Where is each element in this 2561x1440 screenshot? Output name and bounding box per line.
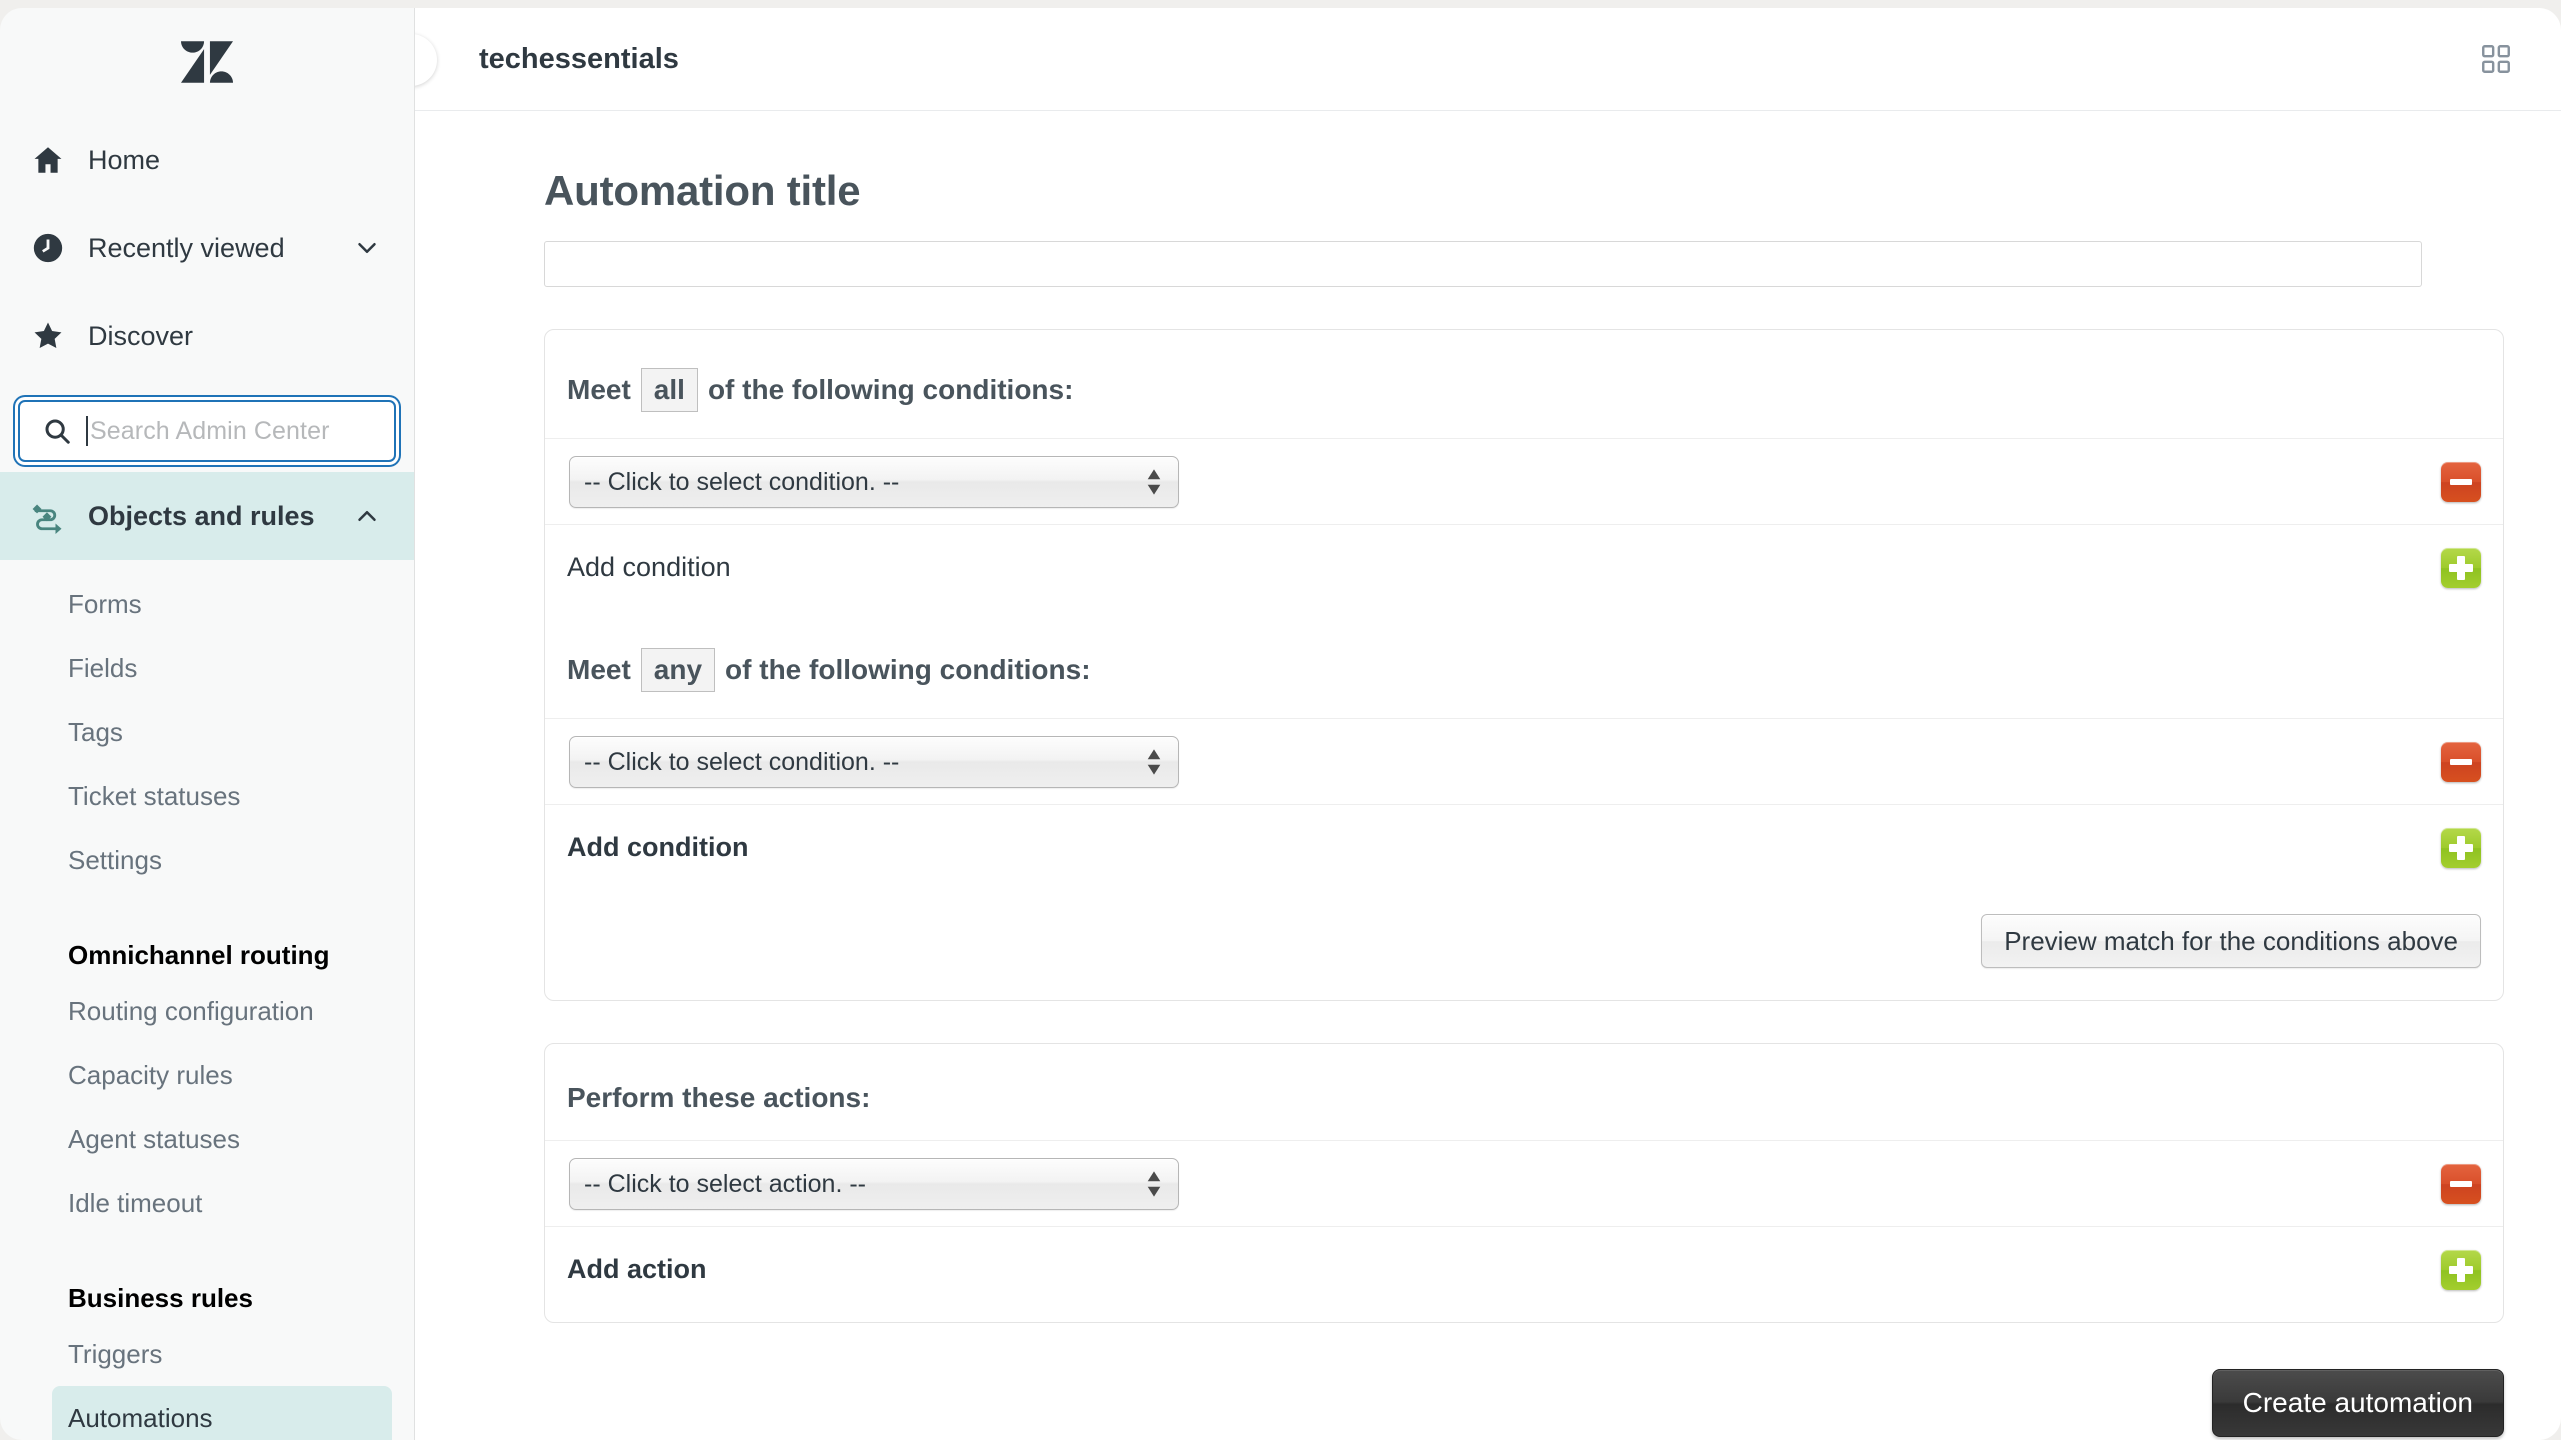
sidebar-item-label: Discover xyxy=(88,320,194,351)
search-input[interactable]: Search Admin Center xyxy=(18,400,396,462)
add-condition-label[interactable]: Add condition xyxy=(567,552,731,583)
minus-icon xyxy=(2450,758,2472,765)
conditions-all-heading: Meet all of the following conditions: xyxy=(545,330,2503,438)
action-select[interactable]: -- Click to select action. -- xyxy=(569,1157,1179,1210)
condition-select-any[interactable]: -- Click to select condition. -- xyxy=(569,735,1179,788)
form-footer: Create automation xyxy=(544,1369,2504,1437)
sidebar-item-label: Objects and rules xyxy=(88,500,315,531)
add-condition-label[interactable]: Add condition xyxy=(567,832,748,863)
remove-condition-button[interactable] xyxy=(2441,461,2481,502)
preview-row: Preview match for the conditions above xyxy=(545,890,2503,990)
sidebar-item-tags[interactable]: Tags xyxy=(52,700,392,764)
sidebar-item-recently-viewed[interactable]: Recently viewed xyxy=(0,204,414,292)
search-container: Search Admin Center xyxy=(0,394,414,472)
condition-row-any: -- Click to select condition. -- xyxy=(545,718,2503,804)
sidebar-item-settings[interactable]: Settings xyxy=(52,828,392,892)
sidebar-item-objects-and-rules[interactable]: Objects and rules xyxy=(0,472,414,560)
chevron-up-icon[interactable] xyxy=(352,501,414,531)
add-condition-row-any: Add condition xyxy=(545,804,2503,890)
main-panel: techessentials Automation title Meet all… xyxy=(415,8,2561,1440)
sidebar-item-agent-statuses[interactable]: Agent statuses xyxy=(52,1107,392,1171)
minus-icon xyxy=(2450,478,2472,485)
add-condition-button[interactable] xyxy=(2441,547,2481,588)
page-title: Automation title xyxy=(544,167,861,214)
sidebar-item-home[interactable]: Home xyxy=(0,116,414,204)
sidebar-group: Business rules Triggers Automations xyxy=(0,1283,414,1440)
action-row: -- Click to select action. -- xyxy=(545,1140,2503,1226)
create-automation-button[interactable]: Create automation xyxy=(2211,1369,2504,1437)
app-root: Home Recently viewed Discover Search Adm… xyxy=(0,0,2561,1440)
sidebar-item-triggers[interactable]: Triggers xyxy=(52,1322,392,1386)
conditions-any-heading: Meet any of the following conditions: xyxy=(545,610,2503,718)
sidebar-item-discover[interactable]: Discover xyxy=(0,292,414,380)
home-icon xyxy=(22,143,74,177)
actions-card: Perform these actions: -- Click to selec… xyxy=(544,1043,2504,1323)
plus-icon xyxy=(2449,555,2473,580)
sidebar: Home Recently viewed Discover Search Adm… xyxy=(0,8,415,1440)
add-action-label[interactable]: Add action xyxy=(567,1254,707,1285)
form-container: Automation title Meet all of the followi… xyxy=(544,167,2504,1437)
conditions-card: Meet all of the following conditions: --… xyxy=(544,329,2504,1001)
action-select-wrapper: -- Click to select action. -- xyxy=(569,1157,1179,1210)
meet-suffix: of the following conditions: xyxy=(725,654,1091,685)
topbar: techessentials xyxy=(415,8,2561,111)
sidebar-subnav: Forms Fields Tags Ticket statuses Settin… xyxy=(0,560,414,1440)
chevron-left-icon xyxy=(415,46,423,75)
condition-row-all: -- Click to select condition. -- xyxy=(545,438,2503,524)
actions-heading: Perform these actions: xyxy=(545,1044,2503,1140)
sidebar-group: Forms Fields Tags Ticket statuses Settin… xyxy=(0,572,414,892)
sidebar-item-label: Home xyxy=(88,144,161,175)
zendesk-logo xyxy=(0,8,414,116)
search-icon xyxy=(42,416,72,446)
actions-heading-text: Perform these actions: xyxy=(567,1082,871,1113)
add-condition-button[interactable] xyxy=(2441,827,2481,868)
sidebar-group-heading: Omnichannel routing xyxy=(68,940,330,970)
add-action-button[interactable] xyxy=(2441,1249,2481,1290)
meet-suffix: of the following conditions: xyxy=(707,374,1074,405)
automation-title-input[interactable] xyxy=(544,241,2422,287)
plus-icon xyxy=(2449,1257,2473,1282)
plus-icon xyxy=(2449,835,2473,860)
condition-select-wrapper: -- Click to select condition. -- xyxy=(569,735,1179,788)
sidebar-item-forms[interactable]: Forms xyxy=(52,572,392,636)
minus-icon xyxy=(2450,1180,2472,1187)
sidebar-item-label: Recently viewed xyxy=(88,232,285,263)
preview-match-button[interactable]: Preview match for the conditions above xyxy=(1981,914,2481,968)
objects-and-rules-icon xyxy=(22,498,74,534)
sidebar-item-automations[interactable]: Automations xyxy=(52,1386,392,1440)
condition-match-type-all[interactable]: all xyxy=(640,368,698,412)
search-placeholder: Search Admin Center xyxy=(90,416,330,445)
zendesk-logo-icon xyxy=(181,41,233,83)
text-caret xyxy=(86,416,88,446)
page-breadcrumb-title: techessentials xyxy=(479,42,679,75)
remove-action-button[interactable] xyxy=(2441,1163,2481,1204)
products-grid-icon[interactable] xyxy=(2479,42,2513,76)
sidebar-item-ticket-statuses[interactable]: Ticket statuses xyxy=(52,764,392,828)
condition-select-wrapper: -- Click to select condition. -- xyxy=(569,455,1179,508)
sidebar-item-idle-timeout[interactable]: Idle timeout xyxy=(52,1171,392,1235)
sidebar-item-fields[interactable]: Fields xyxy=(52,636,392,700)
meet-prefix: Meet xyxy=(567,654,631,685)
star-icon xyxy=(22,319,74,353)
sidebar-group-heading: Business rules xyxy=(68,1283,253,1313)
add-action-row: Add action xyxy=(545,1226,2503,1312)
sidebar-group: Omnichannel routing Routing configuratio… xyxy=(0,940,414,1235)
add-condition-row-all: Add condition xyxy=(545,524,2503,610)
primary-nav: Home Recently viewed Discover xyxy=(0,116,414,394)
remove-condition-button[interactable] xyxy=(2441,741,2481,782)
meet-prefix: Meet xyxy=(567,374,631,405)
condition-match-type-any[interactable]: any xyxy=(640,648,716,692)
condition-select-all[interactable]: -- Click to select condition. -- xyxy=(569,455,1179,508)
content-area: Automation title Meet all of the followi… xyxy=(415,111,2561,1440)
sidebar-item-routing-configuration[interactable]: Routing configuration xyxy=(52,979,392,1043)
clock-icon xyxy=(22,231,74,265)
sidebar-item-capacity-rules[interactable]: Capacity rules xyxy=(52,1043,392,1107)
chevron-down-icon[interactable] xyxy=(352,233,414,263)
